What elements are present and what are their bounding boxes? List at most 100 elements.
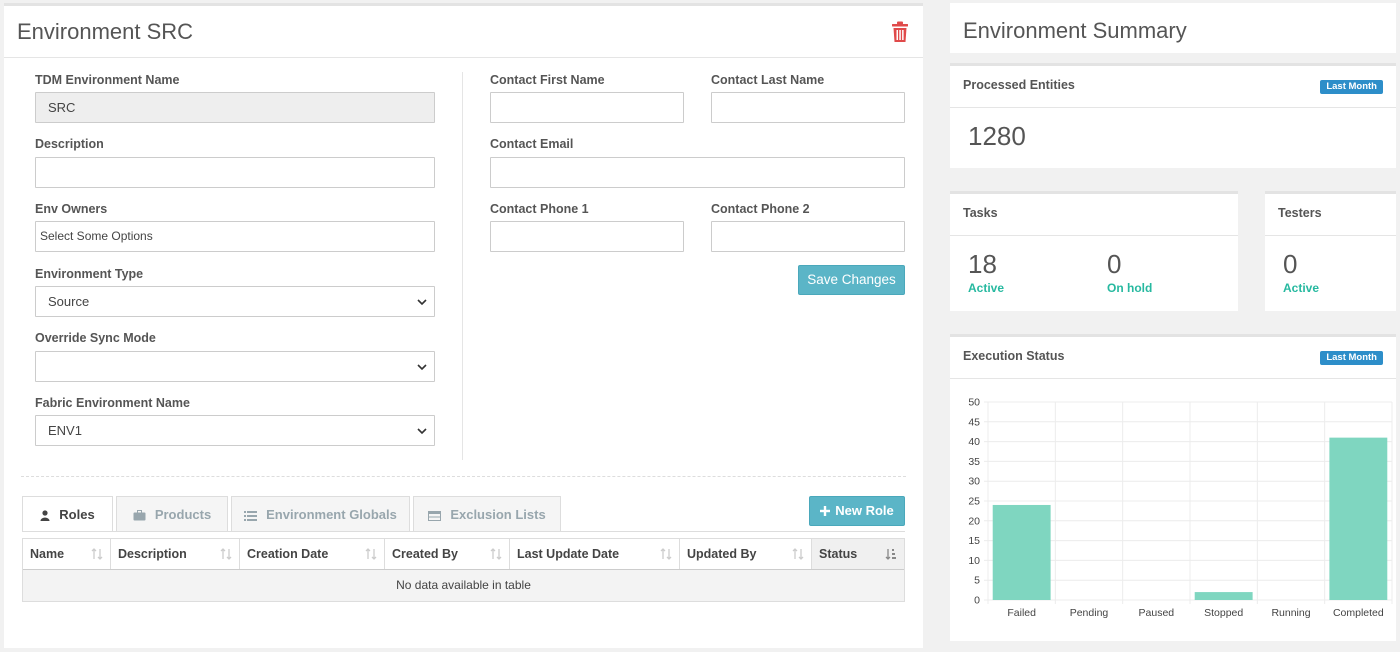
sort-icon [91,548,103,560]
sort-icon [365,548,377,560]
bar-stopped [1194,592,1253,600]
contact-email-label: Contact Email [490,137,574,151]
column-divider [462,72,463,460]
processed-entities-card: Processed Entities Last Month 1280 [950,63,1396,168]
column-label: Updated By [687,547,757,561]
table-empty-row: No data available in table [23,570,904,601]
fabric-env-value: ENV1 [48,423,82,438]
briefcase-icon [133,510,146,521]
last-month-badge: Last Month [1320,80,1383,94]
summary-header: Environment Summary [950,3,1396,53]
bar-completed [1329,437,1388,600]
contact-first-field[interactable] [490,92,684,123]
sort-asc-icon [885,549,896,560]
sort-icon [220,548,232,560]
y-tick-label: 25 [968,496,980,508]
env-type-value: Source [48,294,90,309]
column-label: Created By [392,547,458,561]
y-tick-label: 20 [968,515,980,527]
testers-active-value: 0 [1283,249,1298,279]
column-header-created-by[interactable]: Created By [385,539,510,569]
testers-active-label: Active [1283,281,1320,295]
x-tick-label: Failed [1007,607,1036,619]
new-role-button[interactable]: New Role [809,496,905,526]
testers-title: Testers [1278,206,1322,220]
column-header-name[interactable]: Name [23,539,111,569]
env-owners-multiselect[interactable]: Select Some Options [35,221,435,252]
env-owners-label: Env Owners [35,202,108,216]
x-tick-label: Running [1271,607,1310,619]
tab-environment-globals-label: Environment Globals [266,507,397,522]
chevron-down-icon [417,428,427,435]
y-tick-label: 30 [968,476,980,488]
panel-header: Environment SRC [4,6,923,58]
y-tick-label: 50 [968,397,980,409]
override-sync-select[interactable] [35,351,435,382]
x-tick-label: Stopped [1204,607,1243,619]
card-header: Tasks [950,194,1238,236]
sort-icon [792,548,804,560]
list-icon [244,510,258,521]
tasks-title: Tasks [963,206,998,220]
processed-entities-title: Processed Entities [963,78,1075,92]
tab-environment-globals[interactable]: Environment Globals [231,496,410,531]
description-label: Description [35,137,104,151]
env-type-label: Environment Type [35,267,144,281]
tasks-onhold-label: On hold [1107,281,1153,295]
column-header-status[interactable]: Status [812,539,904,569]
chevron-down-icon [417,364,427,371]
card-header: Processed Entities Last Month [950,66,1396,108]
environment-panel: Environment SRC TDM Environment Name SRC… [4,3,923,648]
x-tick-label: Paused [1139,607,1175,619]
column-label: Description [118,547,187,561]
execution-status-card: Execution Status Last Month 0 5 10 15 20 25 30… [950,334,1396,641]
plus-icon [820,505,831,516]
column-header-creation-date[interactable]: Creation Date [240,539,385,569]
tab-products-label: Products [154,507,212,522]
column-label: Last Update Date [517,547,620,561]
page-title: Environment SRC [17,19,194,44]
user-icon [40,510,50,522]
table-header: Name Description Creation Date Created B… [23,539,904,570]
contact-phone2-field[interactable] [711,221,905,252]
y-tick-label: 35 [968,456,980,468]
contact-email-field[interactable] [490,157,905,188]
contact-last-field[interactable] [711,92,905,123]
tasks-onhold-value: 0 [1107,249,1122,279]
chevron-down-icon [417,299,427,306]
tdm-env-name-field[interactable]: SRC [35,92,435,123]
column-label: Status [819,547,858,561]
summary-title: Environment Summary [963,18,1187,43]
fabric-env-label: Fabric Environment Name [35,396,190,410]
x-tick-label: Completed [1333,607,1384,619]
y-tick-label: 0 [974,595,980,607]
sort-icon [660,548,672,560]
y-tick-label: 15 [968,535,980,547]
tab-products[interactable]: Products [116,496,228,531]
y-tick-label: 45 [968,416,980,428]
section-divider [21,476,906,477]
tab-exclusion-lists-label: Exclusion Lists [450,507,546,522]
contact-phone1-field[interactable] [490,221,684,252]
save-changes-button[interactable]: Save Changes [798,265,905,295]
x-tick-label: Pending [1070,607,1109,619]
y-tick-label: 5 [974,575,980,587]
tab-roles[interactable]: Roles [22,496,113,532]
y-tick-label: 10 [968,555,980,567]
tasks-active-value: 18 [968,249,997,279]
fabric-env-select[interactable]: ENV1 [35,415,435,446]
column-header-last-update-date[interactable]: Last Update Date [510,539,680,569]
column-header-updated-by[interactable]: Updated By [680,539,812,569]
sort-icon [490,548,502,560]
tasks-card: Tasks 18 Active 0 On hold [950,191,1238,311]
tab-exclusion-lists[interactable]: Exclusion Lists [413,496,561,531]
description-field[interactable] [35,157,435,188]
column-header-description[interactable]: Description [111,539,240,569]
tabs-baseline [22,531,905,532]
env-type-select[interactable]: Source [35,286,435,317]
column-label: Name [30,547,65,561]
testers-card: Testers 0 Active [1265,191,1396,311]
y-tick-label: 40 [968,436,980,448]
trash-icon[interactable] [891,21,909,43]
roles-table: Name Description Creation Date Created B… [22,538,905,602]
